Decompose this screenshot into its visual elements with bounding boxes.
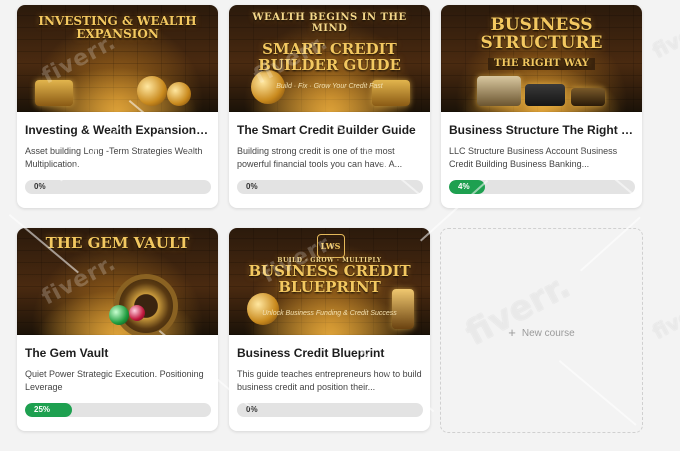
course-card[interactable]: BUSINESS STRUCTURE THE RIGHT WAY Busines…	[441, 5, 642, 208]
course-description: This guide teaches entrepreneurs how to …	[237, 369, 422, 392]
course-title[interactable]: Business Credit Blueprint	[237, 346, 423, 360]
progress-bar: 0%	[237, 180, 423, 194]
thumb-tagline: WEALTH BEGINS IN THE MIND	[252, 12, 407, 34]
new-course-label: New course	[521, 328, 575, 339]
progress-bar: 0%	[25, 180, 211, 194]
thumb-title: INVESTING & WEALTH	[38, 14, 197, 28]
fiverr-watermark: fiverr.	[648, 291, 680, 345]
plus-icon: +	[508, 325, 516, 340]
course-description: LLC Structure Business Account Business …	[449, 146, 618, 169]
course-thumbnail: LWS BUILD · GROW · MULTIPLY BUSINESS CRE…	[229, 228, 430, 335]
thumb-title-2: BLUEPRINT	[278, 278, 381, 297]
course-title[interactable]: Business Structure The Right Way	[449, 123, 635, 137]
progress-bar: 4%	[449, 180, 635, 194]
course-title[interactable]: The Smart Credit Builder Guide	[237, 123, 423, 137]
course-thumbnail: WEALTH BEGINS IN THE MIND SMART CREDIT B…	[229, 5, 430, 112]
course-description: Quiet Power Strategic Execution. Positio…	[25, 369, 204, 392]
progress-label: 0%	[34, 182, 46, 191]
course-card[interactable]: INVESTING & WEALTH EXPANSION fiverr. Inv…	[17, 5, 218, 208]
course-thumbnail: THE GEM VAULT fiverr.	[17, 228, 218, 335]
thumb-title: BUSINESS STRUCTURE	[480, 15, 603, 53]
progress-label: 4%	[458, 182, 470, 191]
progress-bar: 0%	[237, 403, 423, 417]
thumb-title-2: EXPANSION	[76, 26, 159, 41]
vault-door	[114, 274, 178, 335]
course-description: Asset building Long -Term Strategies Wea…	[25, 146, 203, 169]
progress-label: 0%	[246, 182, 258, 191]
course-card[interactable]: THE GEM VAULT fiverr. The Gem Vault Quie…	[17, 228, 218, 431]
course-thumbnail: BUSINESS STRUCTURE THE RIGHT WAY	[441, 5, 642, 112]
course-description: Building strong credit is one of the mos…	[237, 146, 403, 169]
thumb-title: THE GEM VAULT	[45, 234, 190, 252]
course-title[interactable]: The Gem Vault	[25, 346, 211, 360]
course-thumbnail: INVESTING & WEALTH EXPANSION fiverr.	[17, 5, 218, 112]
thumb-title-2: THE RIGHT WAY	[488, 57, 595, 71]
course-card[interactable]: LWS BUILD · GROW · MULTIPLY BUSINESS CRE…	[229, 228, 430, 431]
course-title[interactable]: Investing & Wealth Expansion (Co...	[25, 123, 211, 137]
progress-label: 25%	[34, 405, 51, 414]
progress-bar: 25%	[25, 403, 211, 417]
course-grid: INVESTING & WEALTH EXPANSION fiverr. Inv…	[0, 0, 680, 451]
fiverr-watermark: fiverr.	[648, 10, 680, 64]
new-course-button[interactable]: + New course	[440, 228, 643, 433]
progress-label: 0%	[246, 405, 258, 414]
course-card[interactable]: WEALTH BEGINS IN THE MIND SMART CREDIT B…	[229, 5, 430, 208]
thumb-subtitle: Unlock Business Funding & Credit Success	[262, 310, 397, 317]
